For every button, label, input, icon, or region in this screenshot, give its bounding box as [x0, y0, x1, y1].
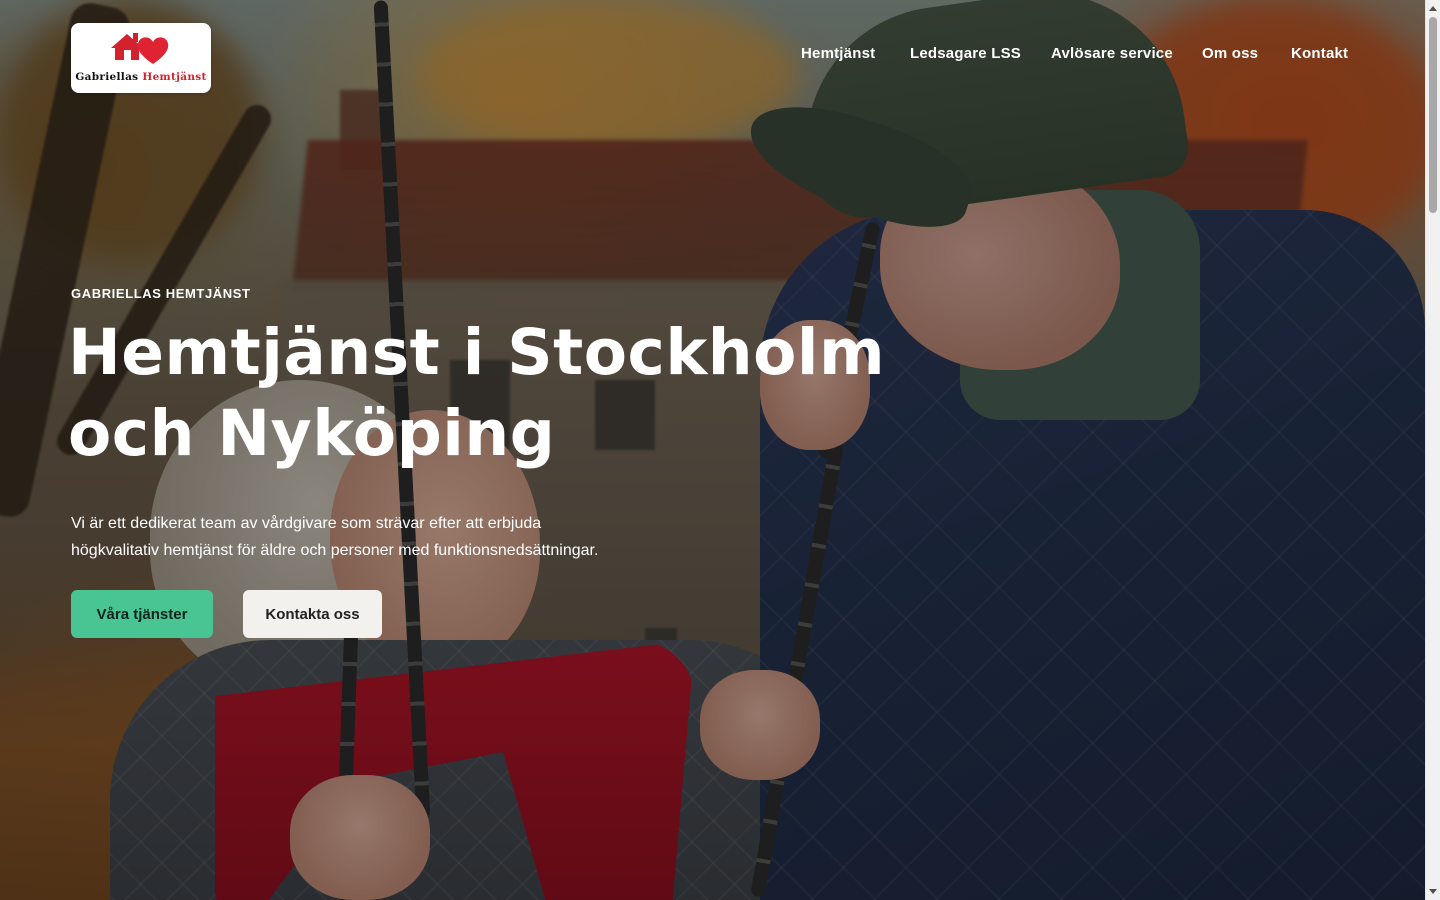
nav-link-om-oss[interactable]: Om oss: [1202, 45, 1258, 62]
scrollbar-thumb[interactable]: [1429, 17, 1437, 213]
nav-link-hemtjanst[interactable]: Hemtjänst: [801, 45, 875, 62]
hero-eyebrow: GABRIELLAS HEMTJÄNST: [71, 286, 251, 301]
nav-link-kontakt[interactable]: Kontakt: [1291, 45, 1348, 62]
hero-description-line-1: Vi är ett dedikerat team av vårdgivare s…: [71, 515, 542, 532]
brand-logo-text: Gabriellas Hemtjänst: [75, 71, 207, 83]
scroll-up-arrow-icon[interactable]: [1429, 6, 1437, 11]
page-scrollbar[interactable]: [1425, 0, 1440, 900]
nav-link-ledsagare-lss[interactable]: Ledsagare LSS: [910, 45, 1021, 62]
hero-description-line-2: högkvalitativ hemtjänst för äldre och pe…: [71, 542, 599, 559]
page: Gabriellas Hemtjänst Hemtjänst Ledsagare…: [0, 0, 1440, 900]
scroll-down-arrow-icon[interactable]: [1429, 889, 1437, 894]
hero-description: Vi är ett dedikerat team av vårdgivare s…: [71, 510, 691, 564]
hero-title-line-1: Hemtjänst i Stockholm: [68, 316, 886, 389]
hero-title: Hemtjänst i Stockholm och Nyköping: [68, 312, 888, 474]
contact-us-button[interactable]: Kontakta oss: [243, 590, 382, 638]
our-services-button[interactable]: Våra tjänster: [71, 590, 213, 638]
nav-link-avlosare-service[interactable]: Avlösare service: [1051, 45, 1173, 62]
main-navigation: Hemtjänst Ledsagare LSS Avlösare service…: [0, 45, 1348, 69]
hero-title-line-2: och Nyköping: [68, 397, 556, 470]
